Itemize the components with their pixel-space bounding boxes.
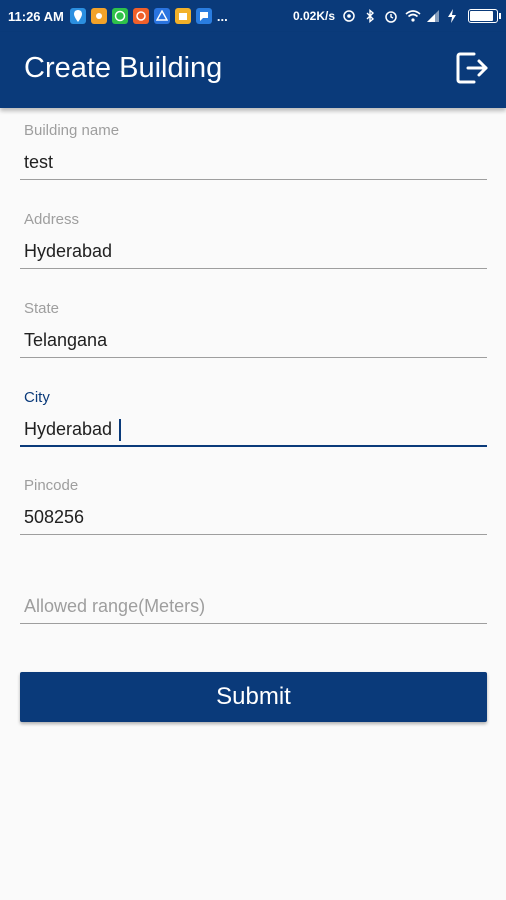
system-status: 0.02K/s [292, 9, 501, 23]
charging-icon [447, 9, 461, 23]
sun-icon [90, 8, 107, 24]
bluetooth-icon [363, 9, 377, 23]
wallet-icon [174, 8, 191, 24]
notification-icons: ... [69, 8, 228, 24]
whatsapp-icon [111, 8, 128, 24]
app-icon [132, 8, 149, 24]
state-label: State [24, 300, 60, 317]
building-name-field: Building name [20, 120, 487, 182]
signal-icon [426, 9, 440, 23]
state-field: State [20, 298, 487, 360]
status-time: 11:26 AM [8, 8, 64, 24]
more-notifications: ... [216, 8, 228, 24]
address-field: Address [20, 209, 487, 271]
app-bar: Create Building [0, 32, 506, 108]
city-input[interactable] [20, 413, 487, 447]
logout-icon [456, 52, 488, 84]
building-name-label: Building name [24, 122, 120, 139]
allowed-range-field [20, 590, 487, 626]
alarm-icon [384, 9, 398, 23]
pincode-input[interactable] [20, 501, 487, 535]
wifi-icon [405, 9, 421, 23]
address-input[interactable] [20, 235, 487, 269]
allowed-range-input[interactable] [20, 590, 487, 624]
city-label: City [24, 389, 50, 406]
battery-icon [468, 9, 501, 23]
building-name-input[interactable] [20, 146, 487, 180]
drive-icon [153, 8, 170, 24]
state-input[interactable] [20, 324, 487, 358]
pincode-label: Pincode [24, 477, 79, 494]
submit-button[interactable]: Submit [20, 672, 487, 722]
status-bar: 11:26 AM ... 0.02K/s [0, 0, 506, 32]
text-cursor [119, 419, 121, 441]
pincode-field: Pincode [20, 475, 487, 537]
location-pin-icon [69, 8, 86, 24]
address-label: Address [24, 211, 80, 228]
logout-button[interactable] [452, 48, 492, 88]
messenger-icon [195, 8, 212, 24]
page-title: Create Building [24, 52, 223, 84]
sync-icon [342, 9, 356, 23]
city-field: City [20, 387, 487, 449]
network-speed: 0.02K/s [292, 9, 335, 23]
